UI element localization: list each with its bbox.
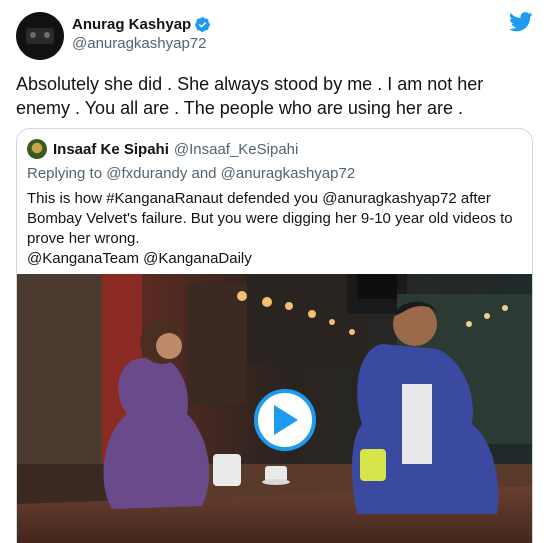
tweet-card: Anurag Kashyap @anuragkashyap72 Absolute… xyxy=(0,0,548,543)
video-thumbnail[interactable] xyxy=(17,274,532,543)
avatar-icon xyxy=(26,28,54,44)
quoted-text-mentions[interactable]: @KanganaTeam @KanganaDaily xyxy=(27,249,527,269)
twitter-bird-icon[interactable] xyxy=(509,12,533,32)
quoted-author-handle[interactable]: @Insaaf_KeSipahi xyxy=(174,141,298,158)
quoted-author-avatar[interactable] xyxy=(27,139,47,159)
quoted-tweet-header: Insaaf Ke Sipahi @Insaaf_KeSipahi xyxy=(27,139,298,159)
author-handle[interactable]: @anuragkashyap72 xyxy=(72,35,211,52)
quoted-author-name[interactable]: Insaaf Ke Sipahi xyxy=(53,141,169,158)
play-icon xyxy=(274,405,298,435)
quoted-tweet[interactable]: Insaaf Ke Sipahi @Insaaf_KeSipahi Replyi… xyxy=(16,128,533,543)
play-button[interactable] xyxy=(254,389,316,451)
verified-badge-icon xyxy=(195,16,211,32)
author-display-name[interactable]: Anurag Kashyap xyxy=(72,16,191,33)
quoted-text-line: This is how #KanganaRanaut defended you … xyxy=(27,190,491,207)
quoted-text-line: prove her wrong. xyxy=(27,230,140,247)
quoted-text-line: Bombay Velvet's failure. But you were di… xyxy=(27,210,513,227)
author-avatar[interactable] xyxy=(16,12,64,60)
replying-to: Replying to @fxdurandy and @anuragkashya… xyxy=(27,165,356,182)
tweet-text: Absolutely she did . She always stood by… xyxy=(16,74,484,118)
author-info: Anurag Kashyap @anuragkashyap72 xyxy=(72,14,211,52)
quoted-tweet-text: This is how #KanganaRanaut defended you … xyxy=(27,189,527,269)
